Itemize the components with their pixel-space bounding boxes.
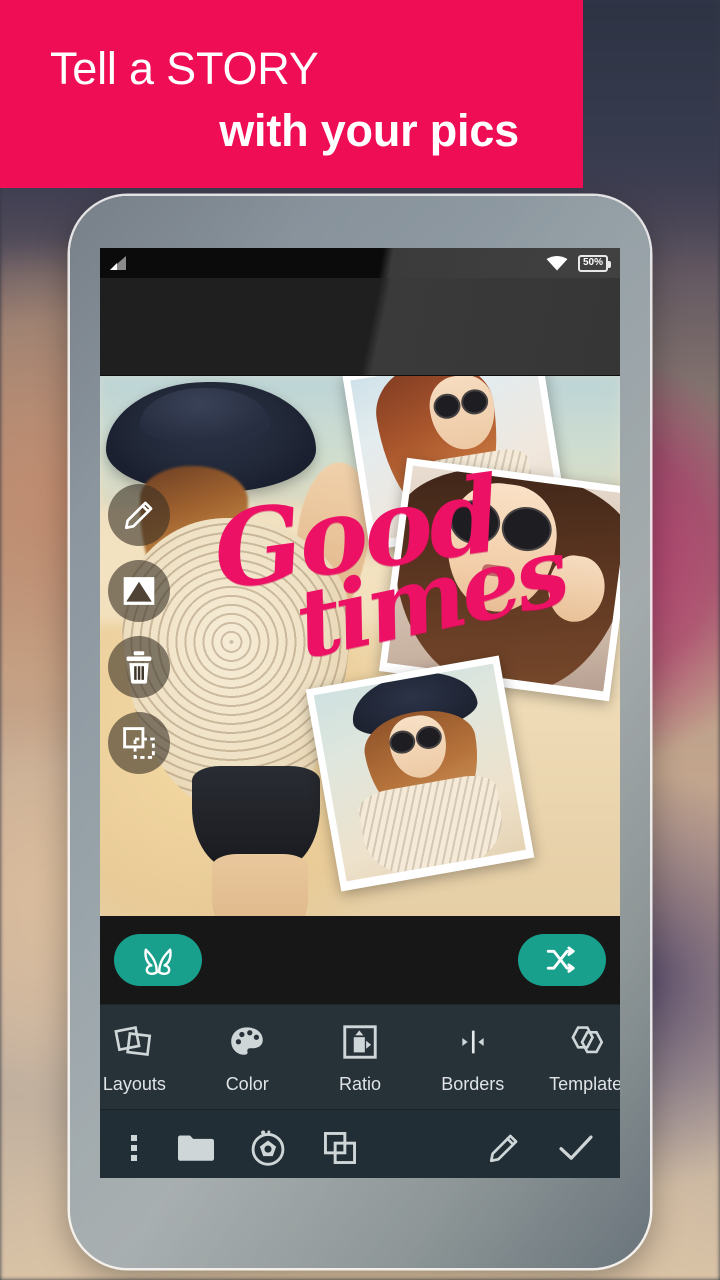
bottom-nav-right-group xyxy=(468,1112,612,1179)
image-tool[interactable] xyxy=(108,560,170,622)
promo-headline-line1: Tell a STORY xyxy=(50,43,319,94)
draw-button[interactable] xyxy=(468,1112,540,1179)
bottom-nav-bar xyxy=(100,1109,620,1178)
duplicate-tool[interactable] xyxy=(108,712,170,774)
battery-indicator: 50% xyxy=(577,254,612,272)
more-vertical-icon xyxy=(130,1133,138,1163)
collage-photo-3[interactable] xyxy=(305,655,535,892)
collage-photo-3-image xyxy=(313,663,526,882)
mountain-icon xyxy=(122,575,156,607)
tab-layouts[interactable]: Layouts xyxy=(100,1020,191,1095)
aperture-icon xyxy=(249,1129,287,1167)
template-icon xyxy=(565,1020,607,1064)
bottom-nav-left-group xyxy=(108,1112,468,1179)
confirm-button[interactable] xyxy=(540,1112,612,1179)
promo-headline-line2: with your pics xyxy=(219,105,519,156)
borders-icon xyxy=(453,1020,493,1064)
shuffle-button[interactable] xyxy=(518,934,606,986)
tab-ratio[interactable]: Ratio xyxy=(304,1020,417,1095)
pencil-icon xyxy=(122,498,156,532)
tab-color-label: Color xyxy=(225,1073,269,1094)
tab-borders-label: Borders xyxy=(441,1073,505,1094)
edit-tool[interactable] xyxy=(108,484,170,546)
butterfly-icon xyxy=(141,945,175,975)
check-icon xyxy=(557,1131,595,1165)
tab-template[interactable]: Template xyxy=(529,1020,620,1095)
delete-tool[interactable] xyxy=(108,636,170,698)
phone-screen: 50% Good times Layouts Color Ratio Borde… xyxy=(100,248,620,1178)
screenshot-stage: Tell a STORY with your pics 50% Good tim… xyxy=(0,0,720,1280)
status-bar-right: 50% xyxy=(545,254,612,272)
collage-canvas[interactable]: Good times xyxy=(100,376,620,916)
signal-bars-icon xyxy=(108,255,128,271)
tool-strip: Layouts Color Ratio Borders Template xyxy=(100,1004,620,1109)
ratio-icon xyxy=(342,1020,378,1064)
action-row xyxy=(100,916,620,1004)
effects-button[interactable] xyxy=(114,934,202,986)
collage-photo-2-image xyxy=(387,465,620,692)
promo-banner: Tell a STORY with your pics xyxy=(0,0,583,188)
tab-ratio-label: Ratio xyxy=(338,1073,381,1094)
pencil-icon xyxy=(487,1131,521,1165)
camera-button[interactable] xyxy=(232,1112,304,1179)
canvas-side-toolbar xyxy=(108,484,170,774)
shuffle-icon xyxy=(545,945,579,975)
model-legs xyxy=(212,854,308,916)
app-bar xyxy=(100,278,620,376)
tab-template-label: Template xyxy=(549,1073,620,1094)
status-bar-left xyxy=(108,255,128,271)
folder-button[interactable] xyxy=(160,1112,232,1179)
palette-icon xyxy=(229,1020,265,1064)
duplicate-icon xyxy=(122,726,156,760)
status-bar: 50% xyxy=(100,248,620,278)
layers-button[interactable] xyxy=(304,1112,376,1179)
folder-icon xyxy=(176,1132,216,1164)
phone-device: 50% Good times Layouts Color Ratio Borde… xyxy=(70,196,650,1268)
battery-level-label: 50% xyxy=(582,257,603,268)
tab-layouts-label: Layouts xyxy=(102,1073,166,1094)
copy-icon xyxy=(322,1130,358,1166)
wifi-icon xyxy=(545,255,569,271)
tab-borders[interactable]: Borders xyxy=(416,1020,529,1095)
layouts-icon xyxy=(114,1020,154,1064)
trash-icon xyxy=(123,650,155,684)
tab-color[interactable]: Color xyxy=(191,1020,304,1095)
overflow-menu-button[interactable] xyxy=(108,1112,160,1179)
